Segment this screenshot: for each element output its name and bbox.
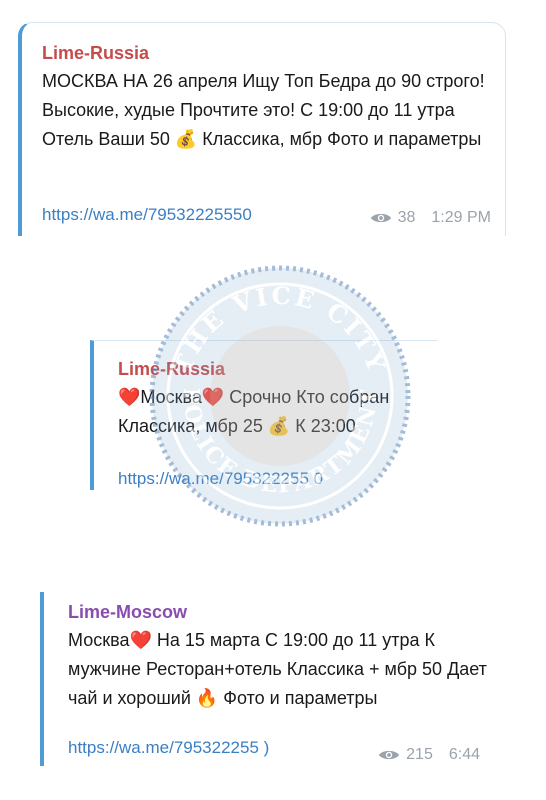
message-time: 6:44 [448,746,480,763]
sender-name[interactable]: Lime-Russia [118,359,225,380]
whatsapp-link[interactable]: https://wa.me/795322255 0 [118,469,323,489]
views-eye-icon [379,750,400,760]
views-eye-icon [370,213,391,223]
message-meta: 38 1:29 PM [370,209,491,227]
message-text: ❤️Москва❤️ Срочно Кто собран Классика, м… [118,383,448,441]
message-bubble[interactable]: Lime-Moscow Москва❤️ На 15 марта С 19:00… [40,592,492,766]
views-count: 38 [397,209,416,226]
message-text-line: ❤️Москва❤️ Срочно Кто собран [118,387,390,407]
sender-name[interactable]: Lime-Russia [42,43,149,64]
whatsapp-link[interactable]: https://wa.me/795322255 ) [68,738,269,758]
message-text-line: Классика, мбр 25 💰 К 23:00 [118,416,356,436]
message-text: Москва❤️ На 15 марта С 19:00 до 11 утра … [68,630,487,708]
message-text: МОСКВА НА 26 апреля Ищу Топ Бедра до 90 … [42,71,485,149]
whatsapp-link[interactable]: https://wa.me/79532225550 [42,205,252,225]
sender-name[interactable]: Lime-Moscow [68,602,187,623]
message-meta: 215 6:44 [378,746,480,764]
views-count: 215 [406,746,433,763]
screenshot-collage: Lime-Russia МОСКВА НА 26 апреля Ищу Топ … [0,0,546,800]
message-bubble[interactable]: Lime-Russia ❤️Москва❤️ Срочно Кто собран… [90,340,438,490]
message-bubble[interactable]: Lime-Russia МОСКВА НА 26 апреля Ищу Топ … [18,22,506,236]
message-time: 1:29 PM [431,209,491,226]
